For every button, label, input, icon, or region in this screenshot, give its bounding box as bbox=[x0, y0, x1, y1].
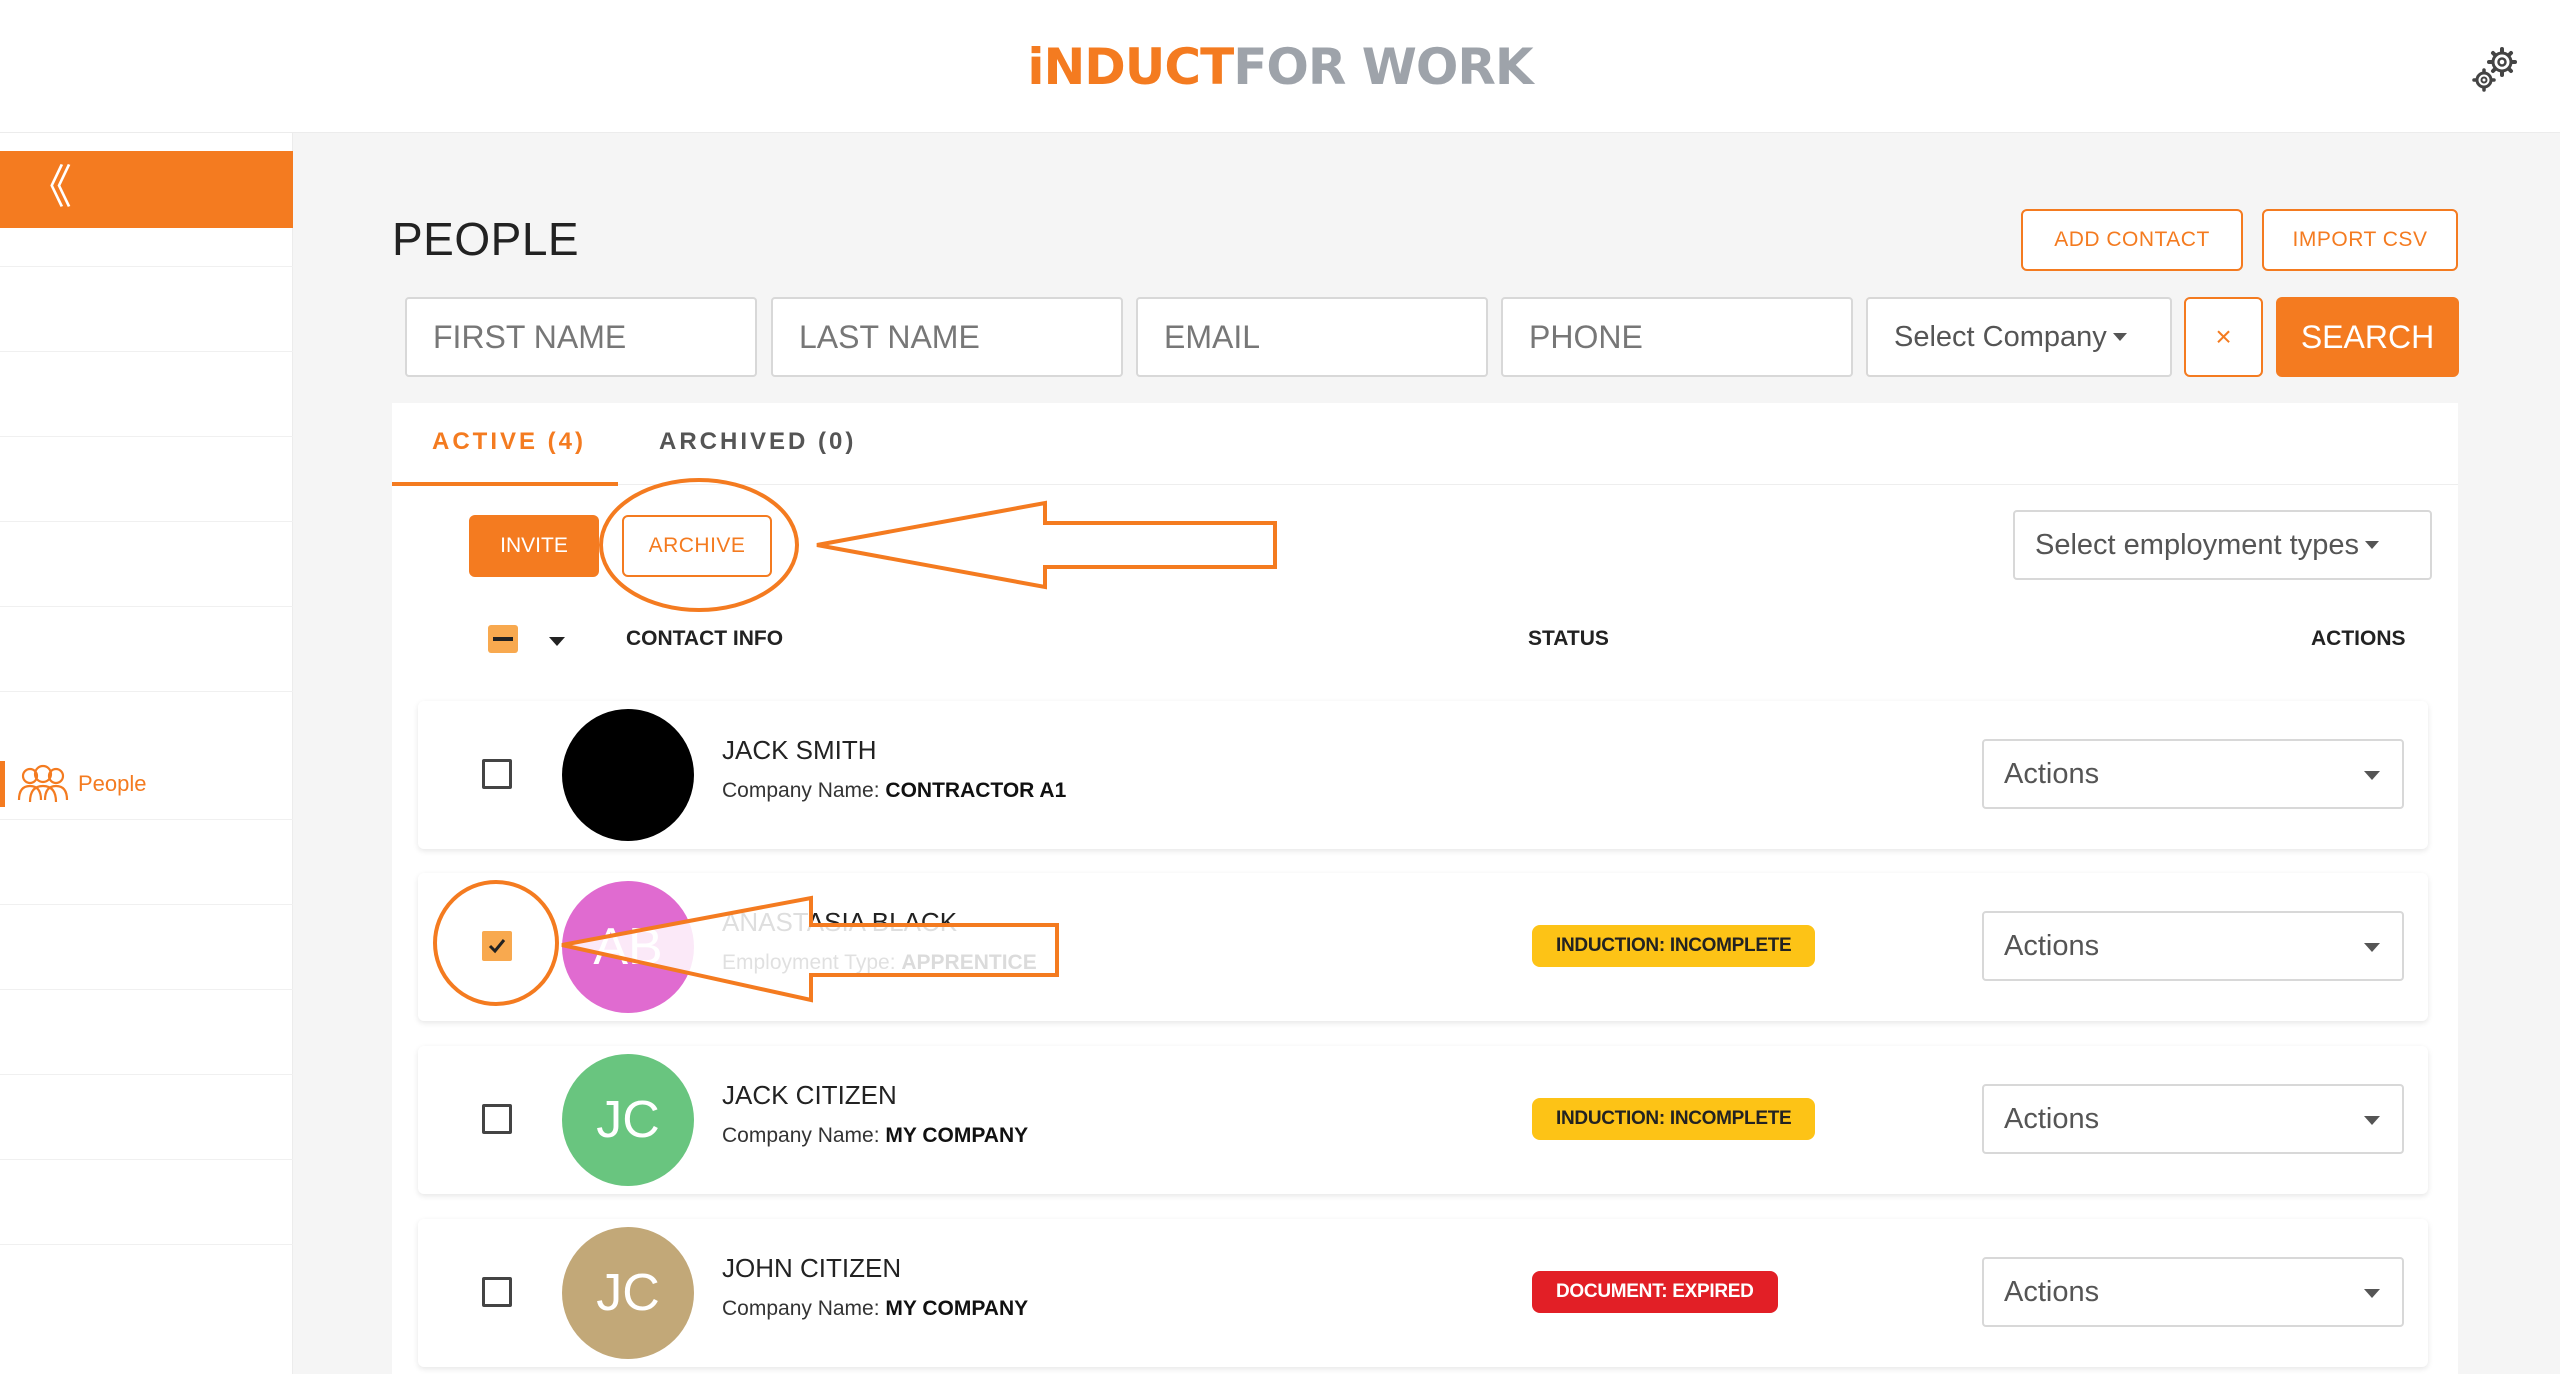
row-checkbox[interactable] bbox=[482, 1104, 512, 1134]
avatar bbox=[562, 709, 694, 841]
email-input[interactable] bbox=[1136, 297, 1488, 377]
table-row: AB ANASTASIA BLACK Employment Type: APPR… bbox=[418, 873, 2428, 1021]
import-csv-button[interactable]: IMPORT CSV bbox=[2262, 209, 2458, 271]
select-all-checkbox[interactable] bbox=[488, 625, 518, 653]
detail-value: APPRENTICE bbox=[901, 951, 1037, 974]
actions-select[interactable]: Actions bbox=[1982, 911, 2404, 981]
sidebar-divider bbox=[0, 819, 293, 820]
sidebar-divider bbox=[0, 606, 293, 607]
archive-button[interactable]: ARCHIVE bbox=[622, 515, 772, 577]
invite-button[interactable]: INVITE bbox=[469, 515, 599, 577]
last-name-input[interactable] bbox=[771, 297, 1123, 377]
contact-name: ANASTASIA BLACK bbox=[722, 907, 958, 937]
sidebar-item-label: People bbox=[78, 771, 147, 796]
tab-divider bbox=[392, 484, 2458, 485]
avatar: JC bbox=[562, 1227, 694, 1359]
sidebar-divider bbox=[0, 904, 293, 905]
sidebar-item-people[interactable]: People bbox=[0, 753, 293, 815]
company-select-value: Select Company bbox=[1894, 320, 2107, 353]
detail-label: Company Name: bbox=[722, 779, 886, 802]
actions-value: Actions bbox=[2004, 1275, 2100, 1308]
caret-down-icon bbox=[2364, 1116, 2380, 1125]
avatar: JC bbox=[562, 1054, 694, 1186]
detail-value: MY COMPANY bbox=[885, 1297, 1029, 1320]
row-checkbox[interactable] bbox=[482, 1277, 512, 1307]
tab-active[interactable]: ACTIVE (4) bbox=[432, 428, 586, 456]
contact-detail: Employment Type: APPRENTICE bbox=[722, 951, 1037, 975]
tab-archived[interactable]: ARCHIVED (0) bbox=[659, 428, 856, 456]
double-chevron-left-icon: 《 bbox=[26, 160, 72, 214]
sidebar-divider bbox=[0, 351, 293, 352]
company-select[interactable]: Select Company bbox=[1866, 297, 2172, 377]
caret-down-icon bbox=[2112, 333, 2127, 341]
detail-label: Company Name: bbox=[722, 1297, 886, 1320]
status-badge: INDUCTION: INCOMPLETE bbox=[1532, 925, 1816, 967]
detail-label: Employment Type: bbox=[722, 951, 902, 974]
sidebar-divider bbox=[0, 1159, 293, 1160]
status-badge: DOCUMENT: EXPIRED bbox=[1532, 1271, 1778, 1313]
search-button[interactable]: SEARCH bbox=[2276, 297, 2459, 377]
clear-filters-button[interactable]: × bbox=[2184, 297, 2263, 377]
detail-label: Company Name: bbox=[722, 1124, 886, 1147]
sidebar: 《 People bbox=[0, 133, 293, 1374]
avatar: AB bbox=[562, 881, 694, 1013]
active-indicator bbox=[0, 761, 5, 807]
close-icon: × bbox=[2215, 321, 2232, 352]
contact-name: JOHN CITIZEN bbox=[722, 1253, 902, 1283]
contact-name: JACK CITIZEN bbox=[722, 1080, 897, 1110]
caret-down-icon bbox=[2364, 943, 2380, 952]
brand-logo: iNDUCTFOR WORK bbox=[1027, 38, 1533, 96]
row-checkbox[interactable] bbox=[482, 931, 512, 961]
actions-value: Actions bbox=[2004, 929, 2100, 962]
caret-down-icon bbox=[2364, 1289, 2380, 1298]
table-row: JACK SMITH Company Name: CONTRACTOR A1 A… bbox=[418, 701, 2428, 849]
employment-select-value: Select employment types bbox=[2035, 528, 2359, 561]
sidebar-divider bbox=[0, 266, 293, 267]
row-checkbox[interactable] bbox=[482, 759, 512, 789]
contact-detail: Company Name: MY COMPANY bbox=[722, 1297, 1028, 1321]
column-header-actions: ACTIONS bbox=[2311, 627, 2406, 650]
caret-down-icon bbox=[2364, 771, 2380, 780]
sidebar-divider bbox=[0, 1244, 293, 1245]
actions-value: Actions bbox=[2004, 757, 2100, 790]
app-header: iNDUCTFOR WORK bbox=[0, 0, 2560, 133]
select-menu-caret-icon[interactable] bbox=[549, 637, 565, 646]
gear-icon[interactable] bbox=[2468, 42, 2524, 98]
employment-type-select[interactable]: Select employment types bbox=[2013, 510, 2432, 580]
contact-detail: Company Name: MY COMPANY bbox=[722, 1124, 1028, 1148]
column-header-contact: CONTACT INFO bbox=[626, 627, 784, 650]
people-icon bbox=[17, 764, 69, 803]
sidebar-divider bbox=[0, 691, 293, 692]
sidebar-collapse-button[interactable]: 《 bbox=[0, 151, 293, 228]
actions-select[interactable]: Actions bbox=[1982, 1257, 2404, 1327]
column-header-status: STATUS bbox=[1528, 627, 1609, 650]
detail-value: CONTRACTOR A1 bbox=[885, 779, 1067, 802]
caret-down-icon bbox=[2364, 541, 2379, 549]
phone-input[interactable] bbox=[1501, 297, 1853, 377]
first-name-input[interactable] bbox=[405, 297, 757, 377]
sidebar-divider bbox=[0, 1074, 293, 1075]
checkmark-icon bbox=[488, 939, 506, 954]
actions-select[interactable]: Actions bbox=[1982, 739, 2404, 809]
add-contact-button[interactable]: ADD CONTACT bbox=[2021, 209, 2243, 271]
table-row: JC JOHN CITIZEN Company Name: MY COMPANY… bbox=[418, 1219, 2428, 1367]
detail-value: MY COMPANY bbox=[885, 1124, 1029, 1147]
actions-select[interactable]: Actions bbox=[1982, 1084, 2404, 1154]
page-title: PEOPLE bbox=[392, 213, 580, 265]
active-tab-indicator bbox=[392, 482, 618, 486]
sidebar-divider bbox=[0, 436, 293, 437]
sidebar-divider bbox=[0, 521, 293, 522]
people-panel: ACTIVE (4) ARCHIVED (0) INVITE ARCHIVE S… bbox=[392, 403, 2458, 1374]
contact-detail: Company Name: CONTRACTOR A1 bbox=[722, 779, 1066, 803]
actions-value: Actions bbox=[2004, 1102, 2100, 1135]
sidebar-divider bbox=[0, 989, 293, 990]
status-badge: INDUCTION: INCOMPLETE bbox=[1532, 1098, 1816, 1140]
table-row: JC JACK CITIZEN Company Name: MY COMPANY… bbox=[418, 1046, 2428, 1194]
contact-name: JACK SMITH bbox=[722, 735, 877, 765]
